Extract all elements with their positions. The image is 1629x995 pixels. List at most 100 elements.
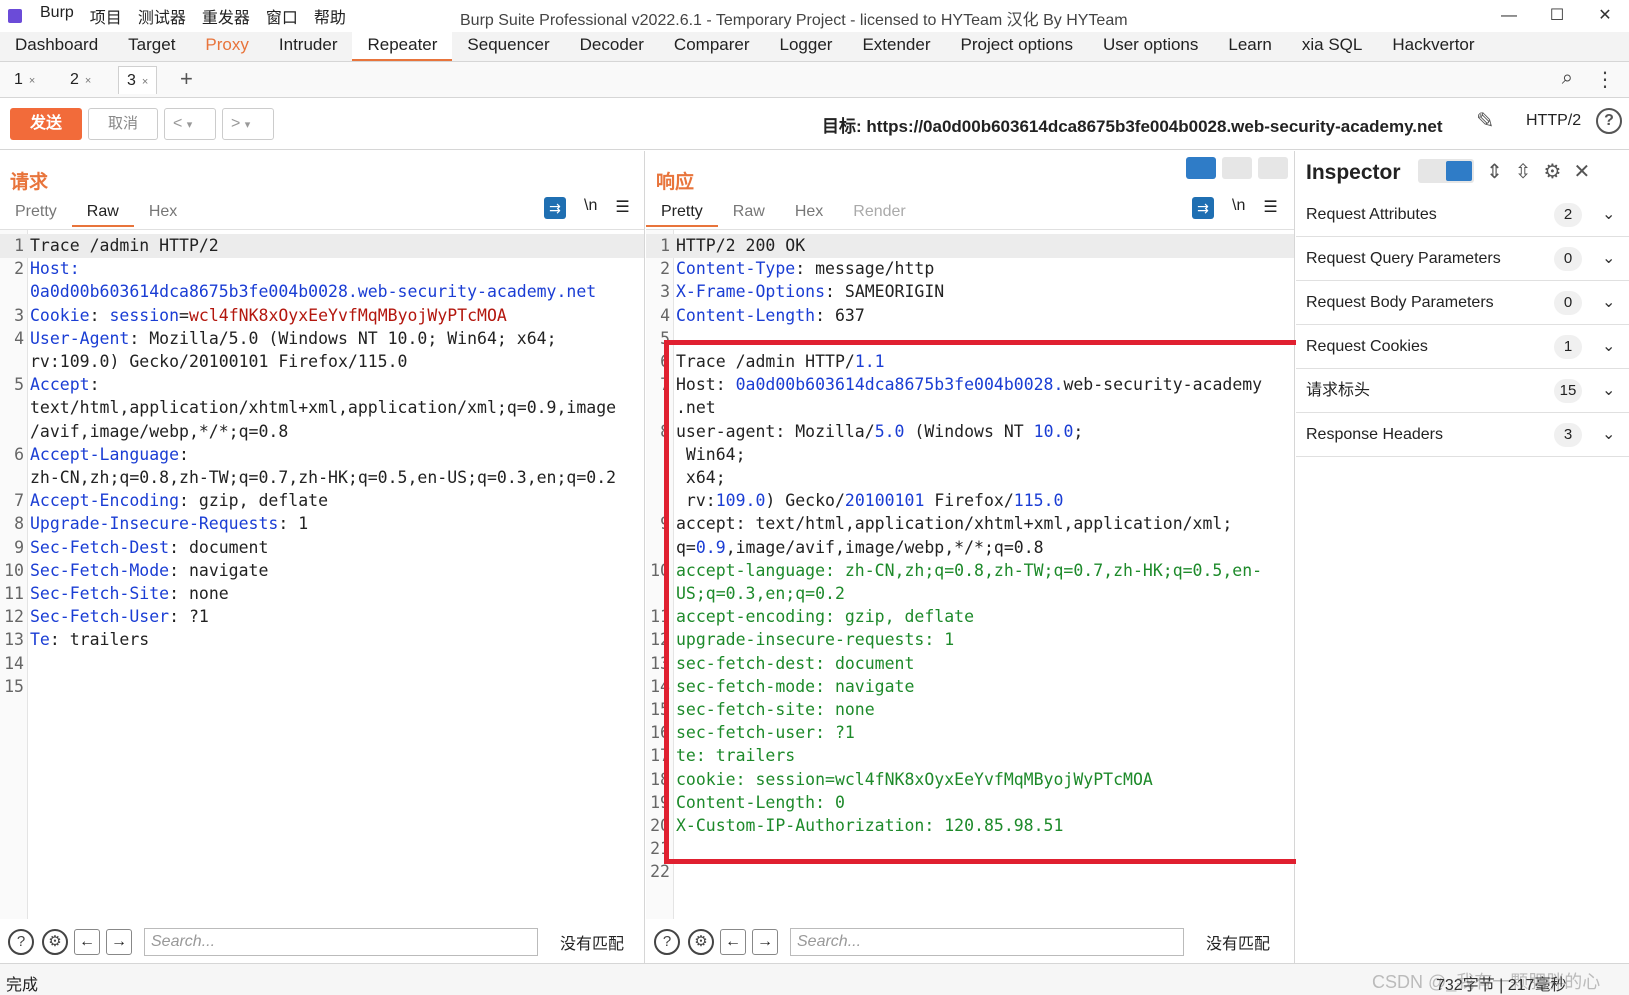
repeater-tab-2[interactable]: 2 × — [62, 66, 99, 94]
wrap-lines-icon[interactable]: ⇉ — [544, 197, 566, 219]
tab-learn[interactable]: Learn — [1213, 32, 1286, 61]
tab-logger[interactable]: Logger — [765, 32, 848, 61]
next-match-button[interactable]: → — [106, 929, 132, 955]
inspector-section-response-headers[interactable]: Response Headers 3 ⌄ — [1296, 413, 1629, 457]
code-token: Host — [30, 259, 70, 279]
inspector-section-query-params[interactable]: Request Query Parameters 0 ⌄ — [1296, 237, 1629, 281]
tab-extender[interactable]: Extender — [847, 32, 945, 61]
match-count: 没有匹配 — [1206, 936, 1271, 953]
forward-button[interactable]: > ▾ — [222, 108, 274, 140]
search-input[interactable]: Search... — [144, 928, 538, 956]
minimize-icon[interactable]: — — [1485, 0, 1533, 32]
tab-hex[interactable]: Hex — [134, 199, 192, 227]
prev-match-button[interactable]: ← — [720, 929, 746, 955]
inspector-panel: Inspector ⇕ ⇳ ⚙ ✕ Request Attributes 2 ⌄ R… — [1296, 151, 1629, 963]
code-token: : gzip, deflate — [179, 491, 329, 511]
code-token: .net — [676, 398, 716, 418]
help-icon[interactable]: ? — [654, 929, 680, 955]
tab-sequencer[interactable]: Sequencer — [452, 32, 564, 61]
code-line: 12 upgrade-insecure-requests: 1 — [646, 628, 1294, 652]
tab-intruder[interactable]: Intruder — [264, 32, 353, 61]
tab-repeater[interactable]: Repeater — [352, 32, 453, 61]
menu-icon[interactable]: ☰ — [1263, 197, 1277, 219]
collapse-all-icon[interactable]: ⇳ — [1515, 159, 1532, 184]
menu-project[interactable]: 项目 — [82, 4, 130, 28]
next-match-button[interactable]: → — [752, 929, 778, 955]
gear-icon[interactable]: ⚙ — [688, 929, 714, 955]
tab-pretty[interactable]: Pretty — [646, 199, 718, 227]
menu-window[interactable]: 窗口 — [258, 4, 306, 28]
prev-match-button[interactable]: ← — [74, 929, 100, 955]
send-button[interactable]: 发送 — [10, 108, 82, 140]
layout-toggle-icon[interactable] — [1418, 159, 1474, 183]
tab-target[interactable]: Target — [113, 32, 190, 61]
inspector-section-request-headers[interactable]: 请求标头 15 ⌄ — [1296, 369, 1629, 413]
code-token: Upgrade-Insecure-Requests — [30, 514, 279, 534]
add-tab-icon[interactable]: + — [180, 66, 193, 92]
gear-icon[interactable]: ⚙ — [42, 929, 68, 955]
cancel-button[interactable]: 取消 — [88, 108, 158, 140]
search-input[interactable]: Search... — [790, 928, 1184, 956]
menu-help[interactable]: 帮助 — [306, 4, 354, 28]
show-newlines-button[interactable]: \n — [1232, 197, 1245, 219]
close-icon[interactable]: ✕ — [1581, 0, 1629, 32]
tab-render[interactable]: Render — [838, 199, 920, 227]
inspector-section-cookies[interactable]: Request Cookies 1 ⌄ — [1296, 325, 1629, 369]
chevron-down-icon[interactable]: ⌄ — [1602, 193, 1615, 237]
line-content: sec-fetch-dest: document — [676, 652, 914, 676]
response-editor[interactable]: 1 HTTP/2 200 OK 2 Content-Type: message/htt… — [646, 229, 1294, 919]
chevron-down-icon[interactable]: ⌄ — [1602, 413, 1615, 457]
show-newlines-button[interactable]: \n — [584, 197, 597, 219]
repeater-tab-1[interactable]: 1 × — [6, 66, 43, 94]
menu-burp[interactable]: Burp — [32, 4, 82, 28]
chevron-down-icon[interactable]: ⌄ — [1602, 369, 1615, 413]
gear-icon[interactable]: ⚙ — [1544, 159, 1562, 184]
layout-side-by-side-icon[interactable] — [1186, 157, 1216, 179]
close-icon[interactable]: × — [142, 76, 148, 88]
tab-pretty[interactable]: Pretty — [0, 199, 72, 227]
wrap-lines-icon[interactable]: ⇉ — [1192, 197, 1214, 219]
tab-hex[interactable]: Hex — [780, 199, 838, 227]
chevron-down-icon[interactable]: ⌄ — [1602, 281, 1615, 325]
tab-dashboard[interactable]: Dashboard — [0, 32, 113, 61]
menu-intruder[interactable]: 测试器 — [130, 4, 194, 28]
code-token: Sec-Fetch-Dest — [30, 537, 170, 557]
close-icon[interactable]: ✕ — [1573, 159, 1590, 184]
tab-comparer[interactable]: Comparer — [659, 32, 765, 61]
layout-stacked-icon[interactable] — [1222, 157, 1252, 179]
expand-all-icon[interactable]: ⇕ — [1486, 159, 1503, 184]
tab-raw[interactable]: Raw — [71, 199, 134, 227]
maximize-icon[interactable]: ☐ — [1533, 0, 1581, 32]
close-icon[interactable]: × — [29, 75, 35, 87]
code-token: Sec-Fetch-User — [30, 607, 170, 627]
help-icon[interactable]: ? — [1596, 108, 1622, 134]
layout-tabs-icon[interactable] — [1258, 157, 1288, 179]
tab-raw[interactable]: Raw — [718, 199, 780, 227]
code-line: 1 Trace /admin HTTP/2 — [0, 234, 644, 258]
menu-icon[interactable]: ☰ — [615, 197, 629, 219]
help-icon[interactable]: ? — [8, 929, 34, 955]
more-icon[interactable]: ⋮ — [1595, 67, 1615, 92]
menu-repeater[interactable]: 重发器 — [194, 4, 258, 28]
back-button[interactable]: < ▾ — [164, 108, 216, 140]
close-icon[interactable]: × — [85, 75, 91, 87]
request-editor[interactable]: 1 Trace /admin HTTP/2 2 Host: 0a0d00b603614d… — [0, 229, 644, 919]
tab-xia-sql[interactable]: xia SQL — [1287, 32, 1377, 61]
chevron-down-icon[interactable]: ⌄ — [1602, 237, 1615, 281]
chevron-down-icon[interactable]: ⌄ — [1602, 325, 1615, 369]
tab-project-options[interactable]: Project options — [946, 32, 1088, 61]
code-line: 16 sec-fetch-user: ?1 — [646, 721, 1294, 745]
tab-proxy[interactable]: Proxy — [190, 32, 263, 61]
tab-decoder[interactable]: Decoder — [565, 32, 659, 61]
inspector-section-body-params[interactable]: Request Body Parameters 0 ⌄ — [1296, 281, 1629, 325]
edit-target-icon[interactable]: ✎ — [1476, 108, 1494, 134]
tab-user-options[interactable]: User options — [1088, 32, 1213, 61]
tab-hackvertor[interactable]: Hackvertor — [1377, 32, 1489, 61]
repeater-toolbar: 发送 取消 < ▾ > ▾ 目标: https://0a0d00b603614d… — [0, 98, 1629, 150]
search-icon[interactable]: ⌕ — [1562, 67, 1573, 92]
inspector-section-request-attributes[interactable]: Request Attributes 2 ⌄ — [1296, 193, 1629, 237]
protocol-label[interactable]: HTTP/2 — [1526, 112, 1581, 130]
code-token: : — [69, 259, 80, 279]
repeater-tab-3[interactable]: 3 × — [118, 66, 158, 94]
code-token: : SAMEORIGIN — [825, 282, 945, 302]
